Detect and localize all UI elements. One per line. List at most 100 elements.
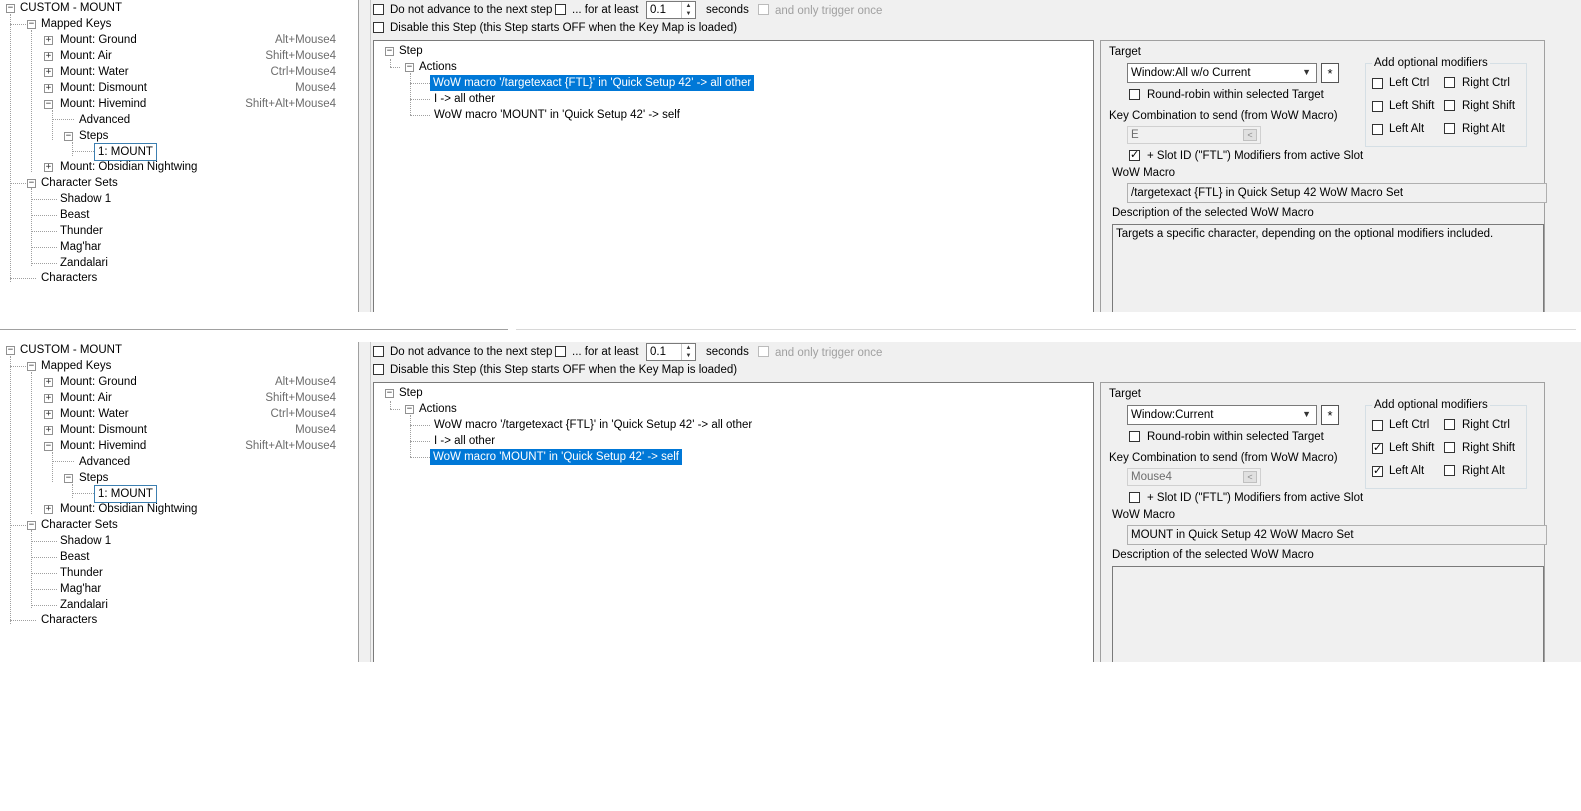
wow-macro-field[interactable]: MOUNT in Quick Setup 42 WoW Macro Set [1127,525,1547,545]
collapse-icon[interactable]: − [405,63,414,72]
right-alt-checkbox[interactable] [1444,123,1455,134]
action-item[interactable]: WoW macro 'MOUNT' in 'Quick Setup 42' ->… [434,107,680,123]
seconds-spinner[interactable]: 0.1 ▲ ▼ [646,1,696,19]
tree-characters[interactable]: Characters [41,270,97,286]
action-item[interactable]: WoW macro 'MOUNT' in 'Quick Setup 42' ->… [430,449,682,465]
collapse-icon[interactable]: − [27,20,36,29]
star-button[interactable]: * [1321,405,1339,425]
tree-key-item[interactable]: Mount: Water [60,406,129,422]
no-advance-checkbox[interactable] [373,4,384,15]
round-robin-checkbox[interactable] [1129,431,1140,442]
left-alt-checkbox[interactable] [1372,464,1383,477]
tree-mapped-keys[interactable]: Mapped Keys [41,358,111,374]
tree-set-item[interactable]: Mag'har [60,581,101,597]
target-select[interactable]: Window:Current ▼ [1127,405,1317,425]
tree-key-item[interactable]: Mount: Hivemind [60,438,146,454]
collapse-icon[interactable]: − [27,362,36,371]
collapse-icon[interactable]: − [27,179,36,188]
chevron-down-icon[interactable]: ▼ [1302,67,1311,77]
step-tree[interactable]: − Step − Actions WoW macro '/targetexact… [373,40,1094,312]
spin-down-icon[interactable]: ▼ [682,352,695,360]
tree-key-item[interactable]: Mount: Obsidian Nightwing [60,159,197,175]
tree-set-item[interactable]: Beast [60,207,89,223]
tree-key-item[interactable]: Mount: Dismount [60,80,147,96]
tree-key-item[interactable]: Mount: Ground [60,374,137,390]
tree-key-item[interactable]: Mount: Water [60,64,129,80]
expand-icon[interactable]: + [44,52,53,61]
right-shift-checkbox[interactable] [1444,100,1455,111]
actions-node[interactable]: Actions [419,59,457,75]
action-item[interactable]: I -> all other [434,433,495,449]
action-item[interactable]: I -> all other [434,91,495,107]
collapse-icon[interactable]: − [64,474,73,483]
tree-advanced[interactable]: Advanced [79,454,130,470]
expand-icon[interactable]: + [44,378,53,387]
expand-icon[interactable]: + [44,36,53,45]
action-item[interactable]: WoW macro '/targetexact {FTL}' in 'Quick… [434,417,752,433]
right-ctrl-checkbox[interactable] [1444,77,1455,88]
tree-set-item[interactable]: Beast [60,549,89,565]
action-item[interactable]: WoW macro '/targetexact {FTL}' in 'Quick… [430,75,755,91]
trigger-once-checkbox[interactable] [758,346,769,357]
tree-key-item[interactable]: Mount: Dismount [60,422,147,438]
tree-key-item[interactable]: Mount: Obsidian Nightwing [60,501,197,517]
left-shift-checkbox[interactable] [1372,441,1383,454]
collapse-icon[interactable]: − [27,521,36,530]
collapse-icon[interactable]: − [64,132,73,141]
tree-key-item[interactable]: Mount: Air [60,390,112,406]
tree-character-sets[interactable]: Character Sets [41,517,118,533]
chevron-down-icon[interactable]: ▼ [1302,409,1311,419]
no-advance-checkbox[interactable] [373,346,384,357]
collapse-icon[interactable]: − [385,389,394,398]
tree-set-item[interactable]: Thunder [60,223,103,239]
tree-set-item[interactable]: Zandalari [60,255,108,271]
disable-step-checkbox[interactable] [373,22,384,33]
spinner-arrows[interactable]: ▲ ▼ [681,344,695,360]
splitter[interactable] [358,342,371,662]
tree-advanced[interactable]: Advanced [79,112,130,128]
wow-macro-field[interactable]: /targetexact {FTL} in Quick Setup 42 WoW… [1127,183,1547,203]
collapse-icon[interactable]: − [44,442,53,451]
collapse-icon[interactable]: − [44,100,53,109]
spin-up-icon[interactable]: ▲ [682,344,695,352]
for-at-least-checkbox[interactable] [555,346,566,357]
tree-mapped-keys[interactable]: Mapped Keys [41,16,111,32]
disable-step-checkbox[interactable] [373,364,384,375]
key-clear-button[interactable]: < [1243,471,1257,483]
seconds-spinner[interactable]: 0.1 ▲ ▼ [646,343,696,361]
expand-icon[interactable]: + [44,84,53,93]
tree-root[interactable]: CUSTOM - MOUNT [20,0,122,16]
key-map-tree[interactable]: − CUSTOM - MOUNT − Mapped Keys + Mount: … [0,0,358,312]
tree-set-item[interactable]: Zandalari [60,597,108,613]
spinner-arrows[interactable]: ▲ ▼ [681,2,695,18]
slot-id-checkbox[interactable] [1129,492,1140,503]
expand-icon[interactable]: + [44,68,53,77]
tree-characters[interactable]: Characters [41,612,97,628]
tree-character-sets[interactable]: Character Sets [41,175,118,191]
tree-key-item[interactable]: Mount: Ground [60,32,137,48]
key-clear-button[interactable]: < [1243,129,1257,141]
right-alt-checkbox[interactable] [1444,465,1455,476]
tree-steps[interactable]: Steps [79,128,108,144]
right-shift-checkbox[interactable] [1444,442,1455,453]
tree-steps[interactable]: Steps [79,470,108,486]
step-node[interactable]: Step [399,385,423,401]
step-tree[interactable]: − Step − Actions WoW macro '/targetexact… [373,382,1094,662]
tree-set-item[interactable]: Shadow 1 [60,533,111,549]
left-ctrl-checkbox[interactable] [1372,78,1383,89]
tree-key-item[interactable]: Mount: Hivemind [60,96,146,112]
slot-id-checkbox[interactable] [1129,148,1140,161]
collapse-icon[interactable]: − [6,346,15,355]
expand-icon[interactable]: + [44,426,53,435]
spin-up-icon[interactable]: ▲ [682,2,695,10]
tree-set-item[interactable]: Shadow 1 [60,191,111,207]
expand-icon[interactable]: + [44,163,53,172]
star-button[interactable]: * [1321,63,1339,83]
trigger-once-checkbox[interactable] [758,4,769,15]
tree-root[interactable]: CUSTOM - MOUNT [20,342,122,358]
round-robin-checkbox[interactable] [1129,89,1140,100]
expand-icon[interactable]: + [44,505,53,514]
splitter[interactable] [358,0,371,312]
left-shift-checkbox[interactable] [1372,101,1383,112]
key-map-tree[interactable]: − CUSTOM - MOUNT − Mapped Keys + Mount: … [0,342,358,662]
